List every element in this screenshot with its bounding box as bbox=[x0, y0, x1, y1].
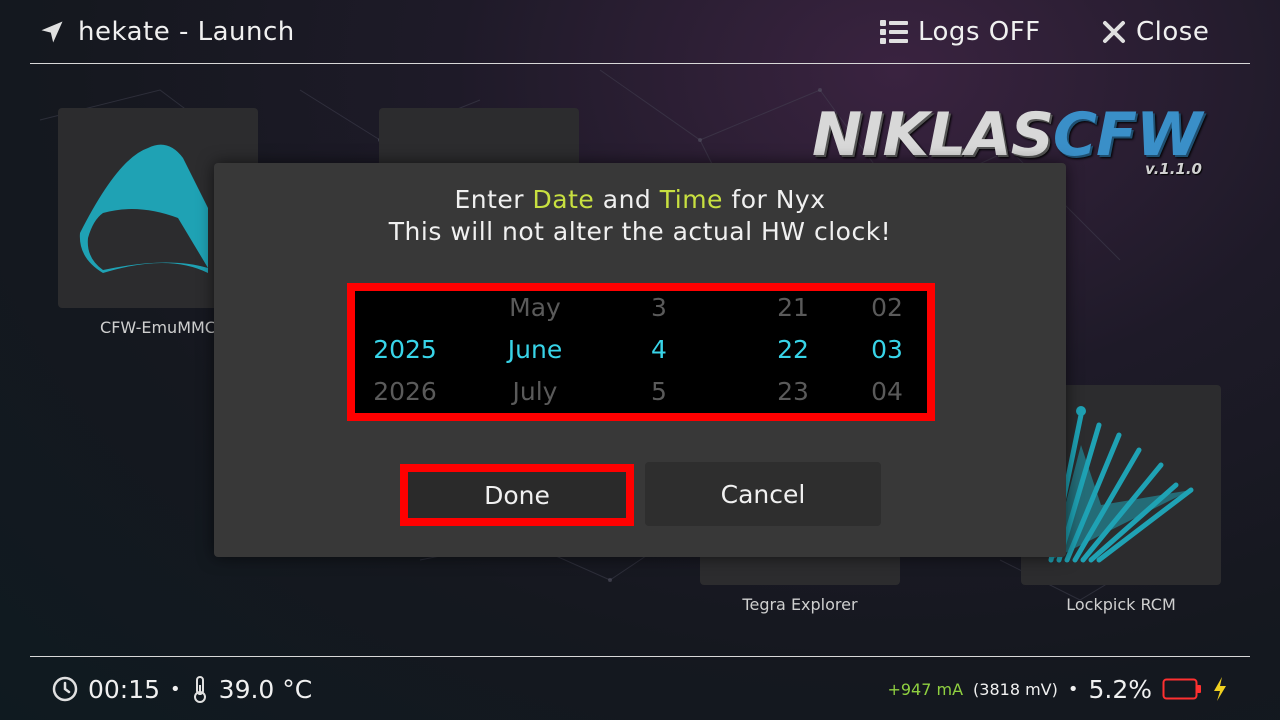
hour-prev: 21 bbox=[777, 293, 809, 322]
status-separator-2: • bbox=[1067, 678, 1079, 700]
logo-version: v.1.1.0 bbox=[1145, 160, 1202, 178]
app-title-text: hekate - Launch bbox=[78, 17, 295, 47]
minute-prev: 02 bbox=[871, 293, 903, 322]
day-next: 5 bbox=[651, 377, 667, 406]
cancel-button[interactable]: Cancel bbox=[645, 462, 881, 526]
hour-roller[interactable]: 21 22 23 bbox=[753, 291, 833, 413]
day-roller[interactable]: 3 4 5 bbox=[619, 291, 699, 413]
month-next: July bbox=[512, 377, 558, 406]
dialog-title-date: Date bbox=[532, 185, 595, 214]
dialog-title-time: Time bbox=[659, 185, 723, 214]
minute-selected: 03 bbox=[871, 335, 903, 364]
day-selected: 4 bbox=[651, 335, 667, 364]
navigation-arrow-icon bbox=[41, 21, 63, 43]
status-right: +947 mA (3818 mV) • 5.2% bbox=[887, 671, 1228, 707]
date-time-roller-group: 2025 2026 May June July 3 4 5 21 22 23 0… bbox=[347, 283, 935, 421]
charging-bolt-icon bbox=[1214, 677, 1226, 701]
month-selected: June bbox=[507, 335, 563, 364]
battery-current: +947 mA bbox=[887, 679, 964, 699]
close-label: Close bbox=[1136, 17, 1210, 47]
hour-selected: 22 bbox=[777, 335, 809, 364]
year-selected: 2025 bbox=[373, 335, 437, 364]
logs-toggle-button[interactable]: Logs OFF bbox=[880, 14, 1041, 50]
month-prev: May bbox=[509, 293, 561, 322]
tile-tegra-explorer-label: Tegra Explorer bbox=[742, 595, 858, 614]
dialog-title: Enter Date and Time for Nyx bbox=[214, 185, 1066, 214]
status-separator: • bbox=[170, 678, 181, 700]
status-temperature: 39.0 °C bbox=[218, 674, 313, 704]
status-left: 00:15 • 39.0 °C bbox=[52, 671, 312, 707]
close-icon bbox=[1103, 21, 1125, 43]
dialog-subtitle: This will not alter the actual HW clock! bbox=[388, 217, 892, 246]
app-title: hekate - Launch bbox=[38, 14, 295, 50]
dialog-title-mid: and bbox=[602, 185, 652, 214]
day-prev: 3 bbox=[651, 293, 667, 322]
done-button[interactable]: Done bbox=[400, 464, 634, 526]
status-time: 00:15 bbox=[88, 674, 161, 704]
tile-lockpick-rcm-label: Lockpick RCM bbox=[1066, 595, 1176, 614]
battery-percent: 5.2% bbox=[1088, 674, 1152, 704]
logo-text-part1: NIKLAS bbox=[812, 100, 1054, 170]
close-button[interactable]: Close bbox=[1102, 14, 1209, 50]
dialog-title-pre: Enter bbox=[454, 185, 525, 214]
header-bar: hekate - Launch Logs OFF Close bbox=[30, 0, 1250, 64]
status-bar: 00:15 • 39.0 °C +947 mA (3818 mV) • 5.2% bbox=[30, 656, 1250, 720]
battery-voltage: (3818 mV) bbox=[973, 679, 1058, 699]
battery-low-icon bbox=[1162, 678, 1201, 700]
dialog-title-post: for Nyx bbox=[731, 185, 826, 214]
minute-next: 04 bbox=[871, 377, 903, 406]
minute-roller[interactable]: 02 03 04 bbox=[847, 291, 927, 413]
hour-next: 23 bbox=[777, 377, 809, 406]
clock-icon bbox=[52, 676, 78, 702]
month-roller[interactable]: May June July bbox=[475, 291, 595, 413]
thermometer-icon bbox=[193, 676, 206, 703]
date-time-dialog: Enter Date and Time for Nyx This will no… bbox=[214, 163, 1066, 557]
year-next: 2026 bbox=[373, 377, 437, 406]
year-roller[interactable]: 2025 2026 bbox=[355, 291, 455, 413]
logs-toggle-label: Logs OFF bbox=[918, 17, 1041, 47]
list-icon bbox=[880, 20, 908, 44]
